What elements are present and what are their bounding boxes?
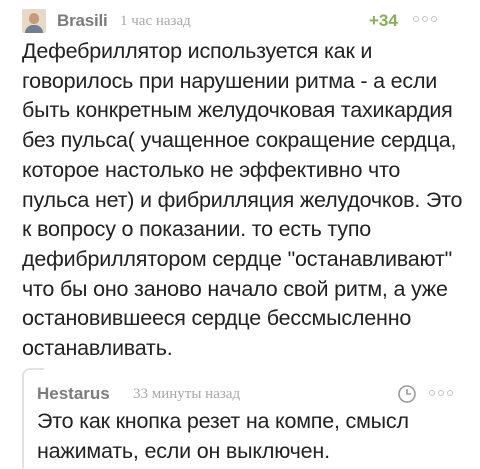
comment-line: остановившееся сердце бессмысленно (22, 306, 412, 331)
comment-line: которое настолько не эффективно что (22, 157, 401, 182)
comment-line: пульса нет) и фибрилляция желудочков. Эт… (22, 187, 463, 212)
comment-line: к вопросу о показании. то есть тупо (22, 217, 372, 242)
comment-line: быть конкретным желудочковая тахикардия (22, 98, 453, 123)
comment-line: Дефебриллятор используется как и (22, 39, 373, 63)
dot (422, 16, 428, 22)
reply-author[interactable]: Hestarus (37, 384, 110, 404)
avatar[interactable] (22, 9, 46, 33)
dot (447, 390, 453, 396)
dot (431, 16, 437, 22)
comment-line: останавливать. (22, 336, 173, 361)
clock-icon[interactable] (397, 384, 417, 404)
reply-line: Это как кнопка резет на компе, смысл (37, 409, 409, 433)
comment-header: Brasili 1 час назад +34 (22, 8, 468, 36)
reply-body: Это как кнопка резет на компе, смысл наж… (37, 407, 467, 466)
reply-comment: Hestarus 33 минуты назад Это как кнопка … (22, 368, 470, 469)
more-dots-icon[interactable] (429, 390, 453, 396)
comment-line: без пульса( учащенное сокращение сердца, (22, 128, 457, 153)
comment-time[interactable]: 1 час назад (120, 13, 191, 30)
comment-rating: +34 (369, 11, 398, 30)
comment-line: что бы оно заново начало свой ритм, а уж… (22, 276, 448, 301)
avatar-body (25, 25, 43, 33)
dot (429, 390, 435, 396)
reply-time[interactable]: 33 минуты назад (133, 386, 240, 403)
avatar-face (29, 13, 39, 24)
comment-line: говорилось при нарушении ритма - а если (22, 68, 438, 93)
comment-line: дефибриллятором сердце "останавливают" (22, 246, 453, 271)
dot (438, 390, 444, 396)
reply-line: нажимать, если он выключен. (37, 438, 330, 463)
dot (413, 16, 419, 22)
comment-body: Дефебриллятор используется как и говорил… (22, 37, 472, 364)
comment-author[interactable]: Brasili (57, 11, 108, 31)
reply-header: Hestarus 33 минуты назад (37, 384, 467, 408)
more-dots-icon[interactable] (413, 16, 437, 22)
